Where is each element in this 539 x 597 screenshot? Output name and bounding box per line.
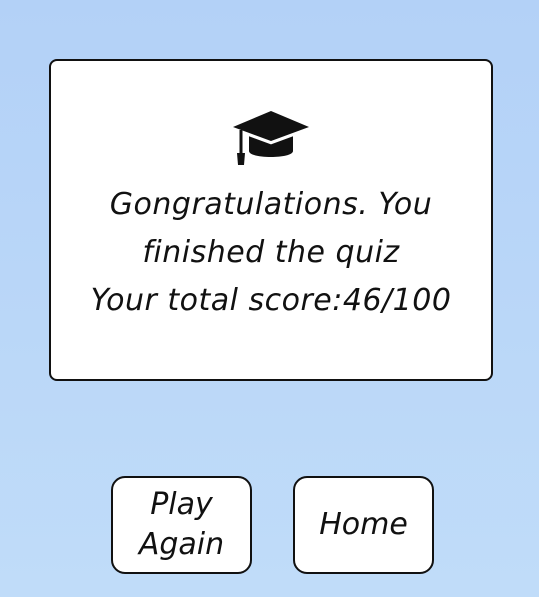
congratulations-text: Gongratulations. You (109, 187, 433, 222)
result-card: Gongratulations. You finished the quiz Y… (49, 59, 493, 381)
play-again-button[interactable]: Play Again (111, 476, 252, 574)
home-button[interactable]: Home (293, 476, 434, 574)
result-message: Gongratulations. You finished the quiz Y… (51, 181, 491, 325)
total-score-text: Your total score:46/100 (90, 283, 452, 318)
finished-text: finished the quiz (142, 235, 400, 270)
graduation-cap-icon (233, 111, 309, 165)
